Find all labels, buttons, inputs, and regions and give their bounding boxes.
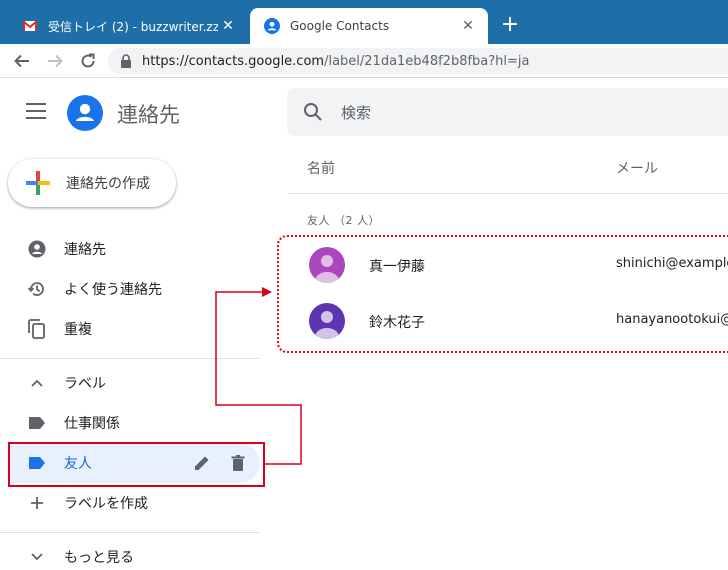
reload-button[interactable] [76, 49, 100, 73]
highlight-label-box [8, 442, 265, 487]
sidebar-item-label: 重複 [64, 322, 92, 338]
browser-toolbar: https://contacts.google.com/label/21da1e… [0, 44, 728, 78]
group-title: 友人 （2 人） [307, 214, 380, 227]
sidebar-divider [0, 532, 260, 533]
chevron-down-icon [27, 547, 47, 567]
gmail-icon [22, 20, 38, 31]
plus-icon [26, 171, 50, 195]
url-path: /label/21da1eb48f2b8fba?hl=ja [324, 53, 530, 69]
new-tab-button[interactable]: + [498, 14, 522, 38]
tab-title: Google Contacts [290, 19, 390, 33]
search-input[interactable]: 検索 [287, 88, 728, 136]
show-more-toggle[interactable]: もっと見る [8, 537, 260, 570]
sidebar-item-contacts[interactable]: 連絡先 [8, 229, 260, 269]
plus-icon [27, 493, 47, 513]
duplicate-icon [27, 319, 47, 339]
sidebar-item-label: よく使う連絡先 [64, 282, 162, 298]
address-bar[interactable]: https://contacts.google.com/label/21da1e… [108, 48, 728, 74]
app-title: 連絡先 [117, 103, 180, 127]
app-header: 連絡先 検索 [0, 79, 728, 143]
highlight-contacts-box [277, 235, 728, 353]
reload-icon [81, 53, 95, 68]
column-header-email[interactable]: メール [616, 158, 658, 178]
label-icon [27, 413, 47, 433]
history-icon [27, 279, 47, 299]
search-placeholder: 検索 [341, 104, 372, 122]
arrow-right-icon [48, 54, 63, 68]
sidebar-item-frequent[interactable]: よく使う連絡先 [8, 269, 260, 309]
header-divider [288, 193, 728, 194]
contacts-logo-icon [67, 95, 103, 131]
sidebar-item-label-work[interactable]: 仕事関係 [8, 403, 260, 443]
sidebar-item-label: 連絡先 [64, 242, 106, 258]
tab-gmail[interactable]: 受信トレイ (2) - buzzwriter.zz@gmail.com ✕ [8, 8, 248, 44]
search-icon [304, 103, 322, 121]
sidebar-item-label: 仕事関係 [64, 416, 120, 432]
close-tab-icon[interactable]: ✕ [218, 18, 238, 34]
forward-button[interactable] [43, 49, 67, 73]
labels-header: ラベル [64, 376, 106, 392]
create-label-text: ラベルを作成 [64, 496, 148, 512]
create-label-button[interactable]: ラベルを作成 [8, 483, 260, 523]
chevron-up-icon [27, 373, 47, 393]
show-more-label: もっと見る [64, 550, 134, 566]
back-button[interactable] [10, 49, 34, 73]
tab-contacts[interactable]: Google Contacts ✕ [250, 8, 488, 44]
sidebar-divider [0, 358, 260, 359]
person-icon [27, 239, 47, 259]
create-contact-button[interactable]: 連絡先の作成 [8, 159, 176, 207]
close-tab-icon[interactable]: ✕ [458, 18, 478, 34]
contacts-icon [264, 18, 280, 34]
sidebar-item-duplicates[interactable]: 重複 [8, 309, 260, 349]
lock-icon [121, 54, 131, 68]
browser-tab-bar: 受信トレイ (2) - buzzwriter.zz@gmail.com ✕ Go… [0, 0, 728, 44]
labels-section-toggle[interactable]: ラベル [8, 363, 260, 403]
column-header-name[interactable]: 名前 [307, 158, 335, 178]
arrow-left-icon [14, 54, 29, 68]
main-menu-icon[interactable] [26, 103, 46, 119]
tab-title: 受信トレイ (2) - buzzwriter.zz@gmail.com [48, 19, 218, 34]
create-contact-label: 連絡先の作成 [66, 176, 150, 192]
url-host: https://contacts.google.com [142, 53, 325, 69]
